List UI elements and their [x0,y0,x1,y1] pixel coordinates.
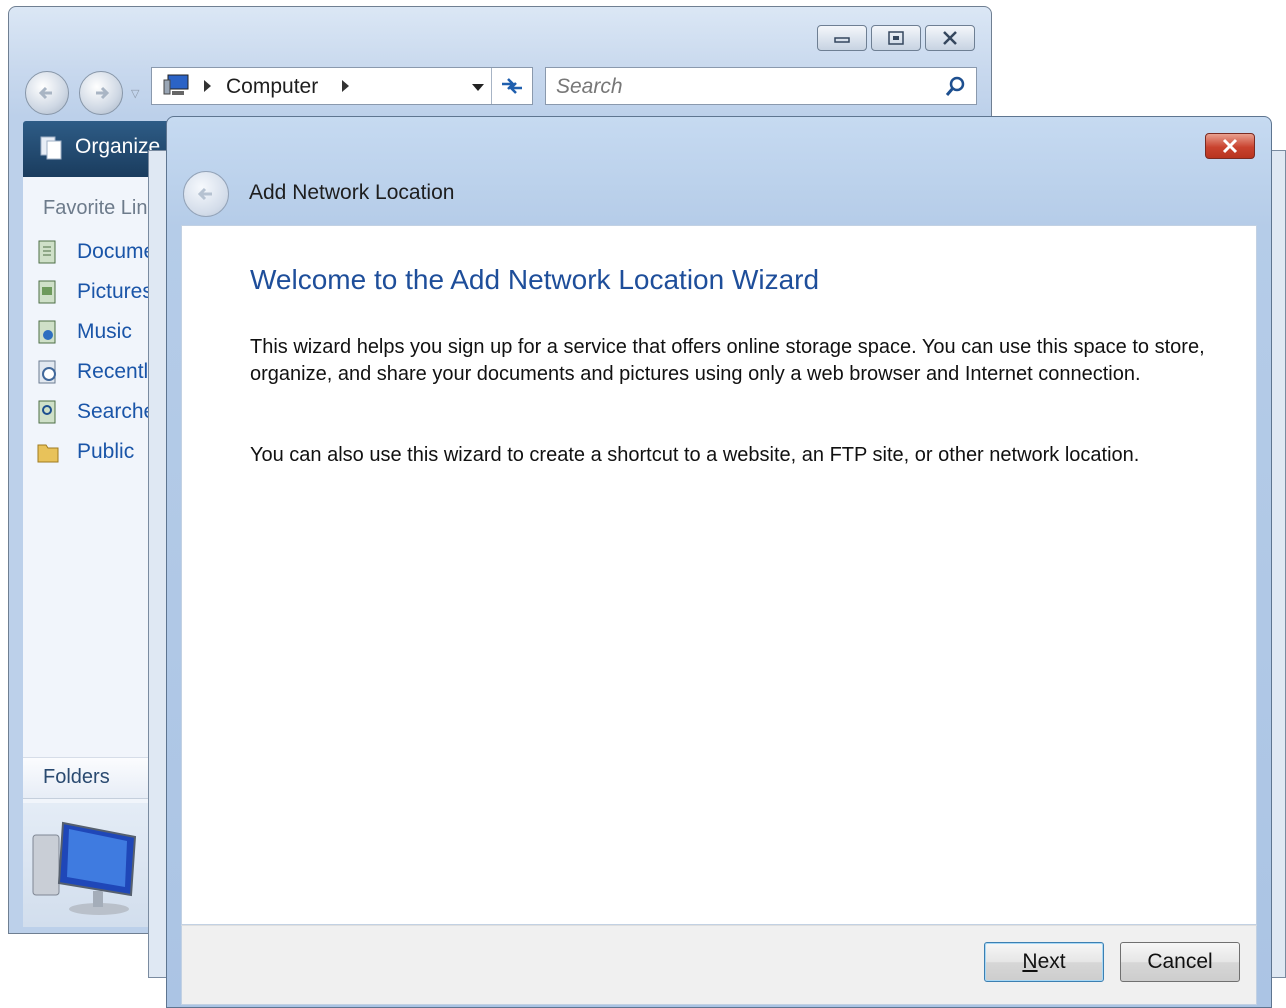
minimize-icon [834,37,850,43]
public-folder-icon [37,444,59,463]
favorite-link-label: Public [77,440,135,463]
breadcrumb-arrow-icon[interactable] [204,80,211,92]
computer-icon [163,74,189,95]
folders-label: Folders [43,766,110,788]
maximize-button[interactable] [871,25,921,51]
search-icon[interactable] [944,76,966,98]
wizard-content: Welcome to the Add Network Location Wiza… [181,225,1257,925]
wizard-heading: Welcome to the Add Network Location Wiza… [250,264,820,295]
favorite-link-public[interactable]: Public [35,437,134,467]
close-icon [1222,138,1238,154]
cancel-button[interactable]: Cancel [1120,942,1240,982]
forward-button[interactable] [79,71,123,115]
dialog-title: Add Network Location [249,181,455,204]
wizard-description: This wizard helps you sign up for a serv… [250,336,1205,385]
refresh-button[interactable] [491,68,532,104]
close-icon [943,31,957,45]
address-dropdown-icon[interactable] [472,84,484,91]
music-icon [38,320,56,344]
favorite-link-searches[interactable]: Searches [35,397,166,427]
computer-monitor-icon [32,821,137,915]
next-accelerator: N [1022,950,1038,973]
wizard-dialog: Add Network Location Welcome to the Add … [166,116,1272,1008]
recent-pages-dropdown-icon[interactable]: ▽ [131,87,139,100]
details-pane [23,803,163,927]
pictures-icon [38,280,56,304]
search-box[interactable]: Search [545,67,977,105]
favorite-link-pictures[interactable]: Pictures [35,277,153,307]
breadcrumb-computer[interactable]: Computer [226,75,318,99]
back-arrow-icon [38,86,52,100]
organize-icon [40,136,62,160]
breadcrumb-arrow-icon[interactable] [342,80,349,92]
wizard-description-secondary: You can also use this wizard to create a… [250,444,1140,466]
address-bar[interactable]: Computer [151,67,533,105]
searches-icon [38,400,56,424]
refresh-icon [502,78,522,94]
wizard-back-button[interactable] [183,171,229,217]
favorite-link-label: Music [77,320,132,343]
next-button[interactable]: Next [984,942,1104,982]
close-button[interactable] [925,25,975,51]
back-arrow-icon [197,187,212,201]
favorite-link-label: Pictures [77,280,153,303]
maximize-icon [888,31,904,45]
folders-toggle[interactable]: Folders [23,757,163,799]
wizard-footer: Next Cancel [181,925,1257,1005]
favorite-link-music[interactable]: Music [35,317,132,347]
documents-icon [38,240,56,264]
search-placeholder: Search [556,75,623,98]
navigation-pane: Favorite Links Documents Pictures Music … [23,177,250,927]
forward-arrow-icon [96,86,110,100]
minimize-button[interactable] [817,25,867,51]
back-button[interactable] [25,71,69,115]
dialog-close-button[interactable] [1205,133,1255,159]
next-label: ext [1037,950,1066,973]
recently-changed-icon [38,360,56,384]
window-controls [817,25,975,51]
